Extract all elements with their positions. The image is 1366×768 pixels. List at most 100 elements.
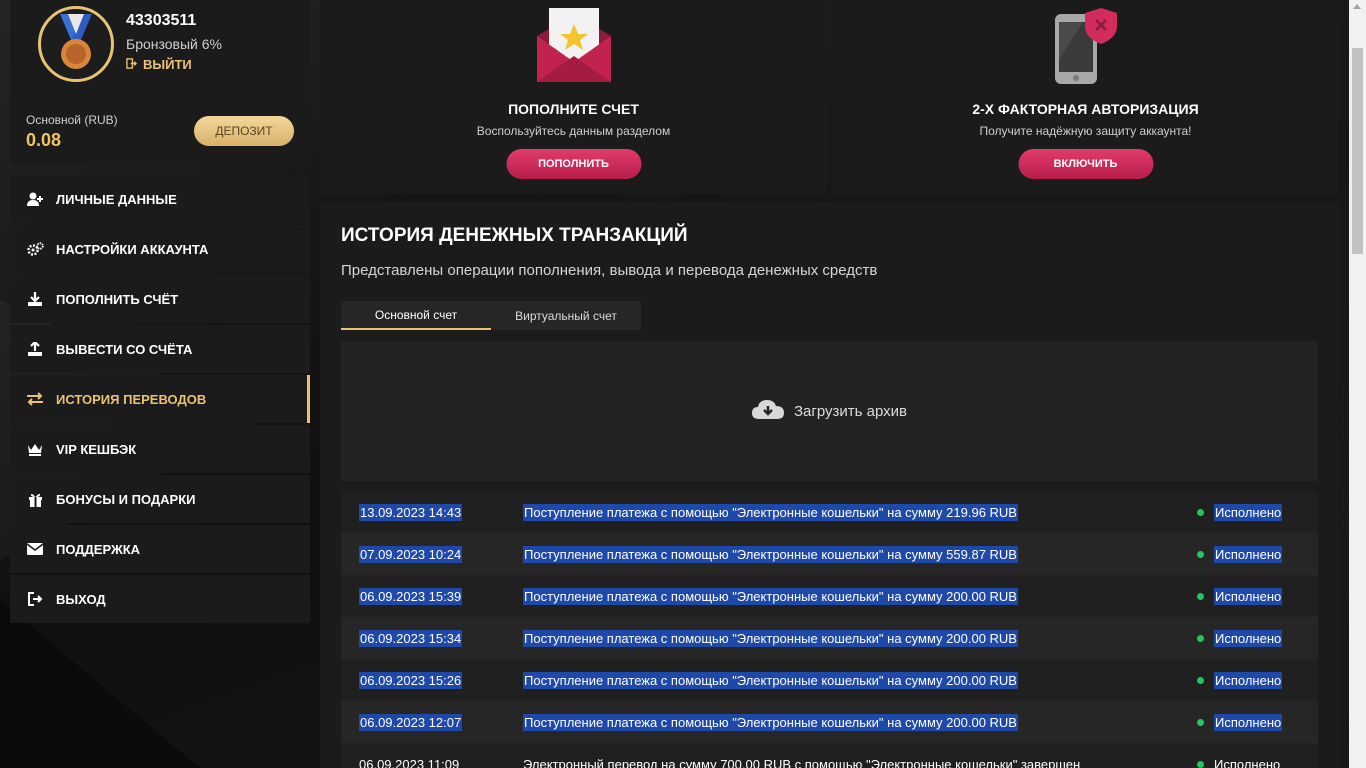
transaction-status: Исполнено xyxy=(1197,545,1283,563)
download-archive-button[interactable]: Загрузить архив xyxy=(341,341,1318,481)
status-label: Исполнено xyxy=(1214,503,1283,521)
sidebar-item-label: НАСТРОЙКИ АККАУНТА xyxy=(56,241,209,257)
status-label: Исполнено xyxy=(1214,713,1283,731)
sidebar-menu: ЛИЧНЫЕ ДАННЫЕ НАСТРОЙКИ АККАУНТА ПОПОЛНИ… xyxy=(10,175,310,623)
sign-out-icon xyxy=(26,591,44,607)
transaction-list: 13.09.2023 14:43 Поступление платежа с п… xyxy=(341,491,1318,768)
status-label: Исполнено xyxy=(1214,671,1283,689)
status-label: Исполнено xyxy=(1214,587,1283,605)
sidebar-item-label: ВЫХОД xyxy=(56,591,106,607)
deposit-button[interactable]: ДЕПОЗИТ xyxy=(194,116,294,146)
sidebar-item-account-settings[interactable]: НАСТРОЙКИ АККАУНТА xyxy=(10,225,310,273)
status-label: Исполнено xyxy=(1214,629,1283,647)
sidebar-item-personal-data[interactable]: ЛИЧНЫЕ ДАННЫЕ xyxy=(10,175,310,223)
transaction-description: Поступление платежа с помощью "Электронн… xyxy=(523,503,1018,521)
transaction-date: 13.09.2023 14:43 xyxy=(359,503,463,521)
deposit-card-subtitle: Воспользуйтесь данным разделом xyxy=(476,124,671,138)
table-row: 06.09.2023 15:39 Поступление платежа с п… xyxy=(341,575,1318,617)
upload-icon xyxy=(26,341,44,357)
user-level: Бронзовый 6% xyxy=(126,36,222,52)
transaction-status: Исполнено xyxy=(1197,587,1283,605)
status-dot-icon xyxy=(1197,760,1204,768)
sidebar-item-vip-cashback[interactable]: VIP КЕШБЭК xyxy=(10,425,310,473)
table-row: 07.09.2023 10:24 Поступление платежа с п… xyxy=(341,533,1318,575)
status-label: Исполнено xyxy=(1214,756,1281,768)
table-row: 06.09.2023 11:09 Электронный перевод на … xyxy=(341,743,1318,768)
sidebar-item-label: ЛИЧНЫЕ ДАННЫЕ xyxy=(56,191,177,207)
transaction-status: Исполнено xyxy=(1197,503,1283,521)
transaction-date: 06.09.2023 15:26 xyxy=(359,671,463,689)
table-row: 06.09.2023 15:34 Поступление платежа с п… xyxy=(341,617,1318,659)
transaction-date: 06.09.2023 12:07 xyxy=(359,713,463,731)
archive-label: Загрузить архив xyxy=(793,402,908,420)
sign-out-icon xyxy=(126,57,138,72)
scrollbar-thumb[interactable] xyxy=(1352,48,1363,254)
page-subtitle: Представлены операции пополнения, вывода… xyxy=(341,262,878,279)
page-scrollbar[interactable] xyxy=(1349,0,1366,768)
balance-label: Основной (RUB) xyxy=(26,113,118,127)
twofa-promo-card: 2-Х ФАКТОРНАЯ АВТОРИЗАЦИЯ Получите надёж… xyxy=(832,0,1339,194)
sidebar-item-transfer-history[interactable]: ИСТОРИЯ ПЕРЕВОДОВ xyxy=(10,375,310,423)
sidebar-item-label: ПОДДЕРЖКА xyxy=(56,541,141,557)
sidebar-item-withdraw[interactable]: ВЫВЕСТИ СО СЧЁТА xyxy=(10,325,310,373)
account-tabs: Основной счет Виртуальный счет xyxy=(341,301,641,330)
sidebar-item-bonuses[interactable]: БОНУСЫ И ПОДАРКИ xyxy=(10,475,310,523)
status-dot-icon xyxy=(1197,592,1204,600)
logout-link[interactable]: ВЫЙТИ xyxy=(126,57,192,72)
deposit-card-button[interactable]: ПОПОЛНИТЬ xyxy=(506,149,641,179)
twofa-enable-button[interactable]: ВКЛЮЧИТЬ xyxy=(1018,149,1153,179)
phone-shield-icon xyxy=(1051,6,1121,91)
transaction-description: Поступление платежа с помощью "Электронн… xyxy=(523,671,1018,689)
transaction-history-panel: ИСТОРИЯ ДЕНЕЖНЫХ ТРАНЗАКЦИЙ Представлены… xyxy=(320,202,1339,768)
download-icon xyxy=(26,291,44,307)
transaction-status: Исполнено xyxy=(1197,629,1283,647)
cloud-download-icon xyxy=(751,398,784,424)
sidebar: 43303511 Бронзовый 6% ВЫЙТИ Основной (RU… xyxy=(10,0,310,625)
twofa-card-subtitle: Получите надёжную защиту аккаунта! xyxy=(979,124,1192,138)
transaction-description: Поступление платежа с помощью "Электронн… xyxy=(523,587,1018,605)
scroll-up-arrow-icon[interactable] xyxy=(1353,4,1361,9)
transaction-date: 06.09.2023 15:39 xyxy=(359,587,463,605)
page-title: ИСТОРИЯ ДЕНЕЖНЫХ ТРАНЗАКЦИЙ xyxy=(341,225,688,246)
transaction-description: Поступление платежа с помощью "Электронн… xyxy=(523,713,1018,731)
sidebar-item-label: VIP КЕШБЭК xyxy=(56,441,137,457)
transaction-date: 06.09.2023 15:34 xyxy=(359,629,463,647)
user-plus-icon xyxy=(26,191,44,207)
transaction-description: Поступление платежа с помощью "Электронн… xyxy=(523,545,1018,563)
status-label: Исполнено xyxy=(1214,545,1283,563)
tab-virtual-account[interactable]: Виртуальный счет xyxy=(491,301,641,330)
transaction-status: Исполнено xyxy=(1197,713,1283,731)
table-row: 06.09.2023 15:26 Поступление платежа с п… xyxy=(341,659,1318,701)
twofa-card-title: 2-Х ФАКТОРНАЯ АВТОРИЗАЦИЯ xyxy=(972,101,1199,117)
sidebar-item-label: ИСТОРИЯ ПЕРЕВОДОВ xyxy=(56,391,207,407)
sidebar-item-deposit[interactable]: ПОПОЛНИТЬ СЧЁТ xyxy=(10,275,310,323)
exchange-icon xyxy=(26,391,44,407)
balance-value: 0.08 xyxy=(26,130,62,150)
table-row: 13.09.2023 14:43 Поступление платежа с п… xyxy=(341,491,1318,533)
deposit-card-title: ПОПОЛНИТЕ СЧЕТ xyxy=(508,101,639,117)
status-dot-icon xyxy=(1197,634,1204,642)
transaction-description: Электронный перевод на сумму 700.00 RUB … xyxy=(523,756,1081,768)
table-row: 06.09.2023 12:07 Поступление платежа с п… xyxy=(341,701,1318,743)
profile-card: 43303511 Бронзовый 6% ВЫЙТИ Основной (RU… xyxy=(10,0,310,165)
bronze-medal-icon xyxy=(60,14,92,69)
sidebar-item-label: БОНУСЫ И ПОДАРКИ xyxy=(56,491,196,507)
transaction-status: Исполнено xyxy=(1197,757,1280,768)
logout-label: ВЫЙТИ xyxy=(143,57,192,72)
transaction-date: 07.09.2023 10:24 xyxy=(359,545,463,563)
sidebar-item-logout[interactable]: ВЫХОД xyxy=(10,575,310,623)
crown-icon xyxy=(26,441,44,457)
status-dot-icon xyxy=(1197,718,1204,726)
sidebar-item-label: ПОПОЛНИТЬ СЧЁТ xyxy=(56,291,179,307)
user-id: 43303511 xyxy=(126,12,197,29)
envelope-icon xyxy=(26,541,44,557)
transaction-description: Поступление платежа с помощью "Электронн… xyxy=(523,629,1018,647)
status-dot-icon xyxy=(1197,550,1204,558)
transaction-status: Исполнено xyxy=(1197,671,1283,689)
transaction-date: 06.09.2023 11:09 xyxy=(359,756,460,768)
sidebar-item-label: ВЫВЕСТИ СО СЧЁТА xyxy=(56,341,193,357)
tab-main-account[interactable]: Основной счет xyxy=(341,301,491,330)
sidebar-item-support[interactable]: ПОДДЕРЖКА xyxy=(10,525,310,573)
gift-icon xyxy=(26,491,44,507)
deposit-promo-card: ПОПОЛНИТЕ СЧЕТ Воспользуйтесь данным раз… xyxy=(320,0,827,194)
